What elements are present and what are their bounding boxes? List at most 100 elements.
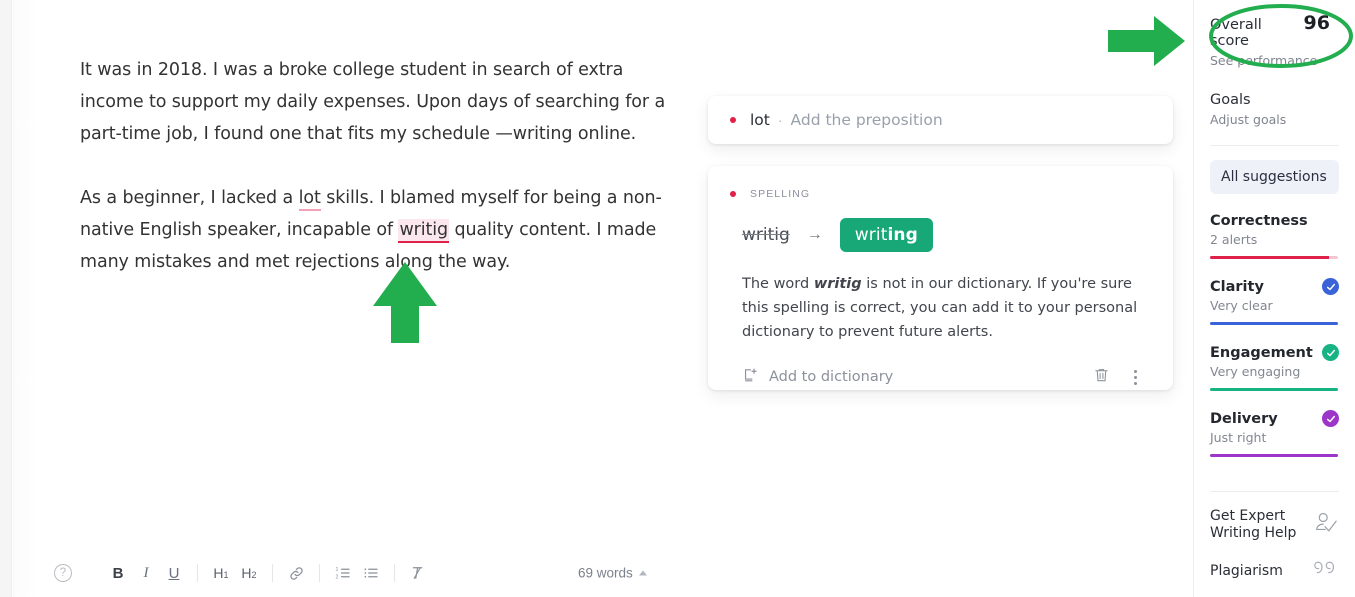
metric-bar <box>1210 256 1338 259</box>
h2-number: 2 <box>251 570 257 580</box>
metric-name: Clarity <box>1210 278 1264 295</box>
explanation-word: writig <box>813 276 862 292</box>
underline-button[interactable]: U <box>160 559 188 587</box>
help-circle-icon[interactable]: ? <box>54 564 72 582</box>
heading-1-button[interactable]: H1 <box>207 559 235 587</box>
metric-bar <box>1210 322 1338 325</box>
clear-formatting-icon[interactable] <box>404 559 432 587</box>
card-footer: Add to dictionary <box>730 362 1151 392</box>
expert-help-label: Get Expert Writing Help <box>1210 508 1297 541</box>
card-category-label: SPELLING <box>750 188 811 200</box>
heading-2-button[interactable]: H2 <box>235 559 263 587</box>
editor-column: It was in 2018. I was a broke college st… <box>38 0 736 597</box>
h1-number: 1 <box>223 570 229 580</box>
original-word: writig <box>742 225 790 245</box>
trash-icon[interactable] <box>1093 366 1110 389</box>
metric-bar <box>1210 454 1338 457</box>
collapsed-card-word: lot <box>750 111 770 129</box>
paragraph-1[interactable]: It was in 2018. I was a broke college st… <box>80 54 680 150</box>
apply-suggestion-button[interactable]: writing <box>839 218 933 252</box>
person-check-icon <box>1313 511 1339 540</box>
suggestion-card-expanded[interactable]: SPELLING writig → writing The word writi… <box>708 166 1173 390</box>
add-to-dictionary-icon <box>742 367 759 388</box>
metric-engagement[interactable]: Engagement Very engaging <box>1210 344 1339 391</box>
metric-correctness[interactable]: Correctness 2 alerts <box>1210 213 1339 259</box>
replacement-prefix: writ <box>854 225 888 245</box>
metric-header: Engagement <box>1210 344 1339 361</box>
word-count-label: 69 words <box>578 565 633 581</box>
card-footer-actions <box>1093 366 1151 389</box>
suggestion-highlight-lot[interactable]: lot <box>298 188 321 211</box>
sidebar-divider-bottom <box>1210 491 1339 492</box>
svg-text:1: 1 <box>336 567 339 573</box>
formatting-toolbar: ? B I U H1 H2 1 2 69 words <box>38 549 736 597</box>
alert-dot-icon <box>730 191 736 197</box>
bold-button[interactable]: B <box>104 559 132 587</box>
metric-name: Engagement <box>1210 344 1313 361</box>
metric-sub: Just right <box>1210 430 1267 445</box>
check-circle-icon <box>1322 278 1339 295</box>
see-performance-link[interactable]: See performance <box>1210 53 1339 68</box>
get-expert-writing-help-link[interactable]: Get Expert Writing Help <box>1210 508 1339 542</box>
overall-score-row: Overall score 96 <box>1210 12 1330 49</box>
metric-header: Correctness <box>1210 213 1339 229</box>
word-count[interactable]: 69 words <box>578 566 647 581</box>
overall-score-block[interactable]: Overall score 96 See performance <box>1210 0 1339 68</box>
replacement-bold: ing <box>887 225 918 245</box>
h2-letter: H <box>241 565 252 581</box>
suggestion-cards-column: lot · Add the preposition SPELLING writi… <box>705 0 1193 597</box>
document-text-area[interactable]: It was in 2018. I was a broke college st… <box>80 54 680 310</box>
metric-delivery[interactable]: Delivery Just right <box>1210 410 1339 457</box>
grammarly-editor-app: It was in 2018. I was a broke college st… <box>0 0 1355 597</box>
h1-letter: H <box>213 565 224 581</box>
left-rail <box>0 0 12 597</box>
overall-score-value: 96 <box>1303 12 1330 34</box>
toolbar-button-group: B I U H1 H2 1 2 <box>104 559 432 587</box>
plagiarism-link[interactable]: Plagiarism <box>1210 558 1339 585</box>
p2-segment-plain-1: As a beginner, I lacked a <box>80 188 299 208</box>
spelling-highlight-writig[interactable]: writig <box>398 219 450 243</box>
card-header: SPELLING <box>730 188 1151 200</box>
metric-name: Correctness <box>1210 213 1308 229</box>
toolbar-divider-3 <box>319 564 320 582</box>
sidebar-divider-top <box>1210 145 1339 146</box>
collapsed-card-separator: · <box>777 112 783 128</box>
goals-block[interactable]: Goals Adjust goals <box>1210 92 1339 127</box>
add-to-dictionary-button[interactable]: Add to dictionary <box>742 367 893 388</box>
kebab-menu-icon[interactable] <box>1128 366 1143 389</box>
bullet-list-icon[interactable] <box>357 559 385 587</box>
svg-text:2: 2 <box>336 574 339 580</box>
check-circle-icon <box>1322 344 1339 361</box>
metric-header: Delivery <box>1210 410 1339 427</box>
toolbar-divider-1 <box>197 564 198 582</box>
card-explanation: The word writig is not in our dictionary… <box>730 272 1140 344</box>
arrow-right-icon: → <box>806 226 823 243</box>
goals-label: Goals <box>1210 92 1251 108</box>
plagiarism-label: Plagiarism <box>1210 563 1283 579</box>
italic-button[interactable]: I <box>132 559 160 587</box>
metric-sub: Very engaging <box>1210 364 1301 379</box>
replacement-row: writig → writing <box>730 218 1151 252</box>
left-rail-fade <box>12 0 38 597</box>
metric-header: Clarity <box>1210 278 1339 295</box>
numbered-list-icon[interactable]: 1 2 <box>329 559 357 587</box>
adjust-goals-link[interactable]: Adjust goals <box>1210 112 1339 127</box>
toolbar-divider-4 <box>394 564 395 582</box>
metric-name: Delivery <box>1210 410 1278 427</box>
check-circle-icon <box>1322 410 1339 427</box>
add-to-dictionary-label: Add to dictionary <box>769 369 894 385</box>
link-icon[interactable] <box>282 559 310 587</box>
paragraph-1-text: It was in 2018. I was a broke college st… <box>80 60 666 144</box>
overall-score-label: Overall score <box>1210 17 1262 49</box>
collapsed-card-hint: Add the preposition <box>790 111 943 129</box>
caret-up-icon <box>638 570 647 576</box>
paragraph-2[interactable]: As a beginner, I lacked a lot skills. I … <box>80 182 680 278</box>
toolbar-divider-2 <box>272 564 273 582</box>
explanation-prefix: The word <box>742 276 814 292</box>
metric-clarity[interactable]: Clarity Very clear <box>1210 278 1339 325</box>
right-sidebar: Overall score 96 See performance Goals A… <box>1193 0 1355 597</box>
metric-bar <box>1210 388 1338 391</box>
suggestion-card-collapsed[interactable]: lot · Add the preposition <box>708 96 1173 144</box>
all-suggestions-tab[interactable]: All suggestions <box>1210 160 1339 194</box>
quotation-marks-icon <box>1313 558 1339 585</box>
